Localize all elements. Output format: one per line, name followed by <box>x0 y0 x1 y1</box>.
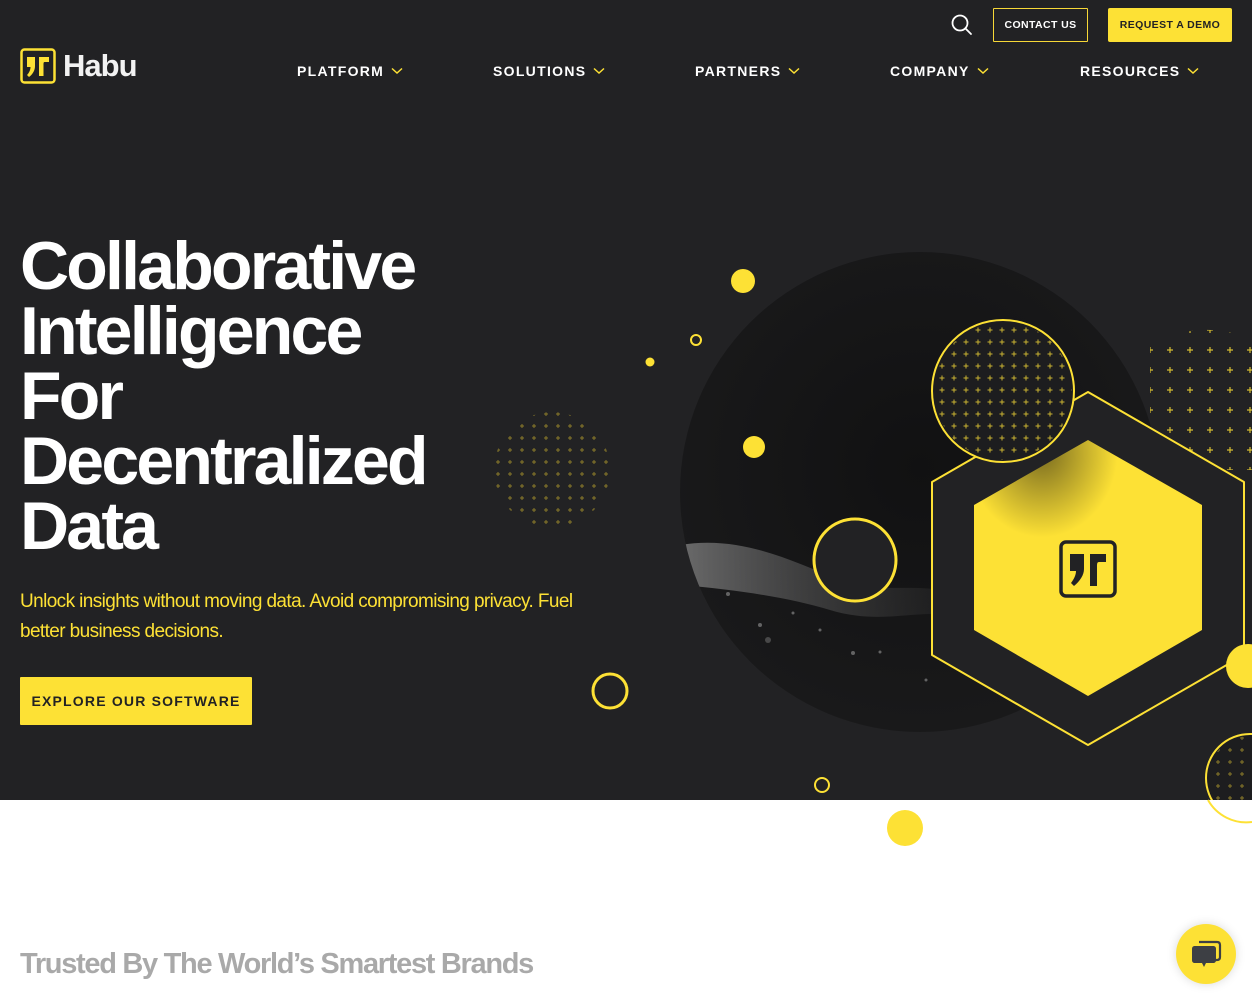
headline-line: Data <box>20 488 159 564</box>
yellow-dot <box>645 357 655 367</box>
dot-pattern-circle <box>494 412 610 528</box>
grid-circle-small-edge <box>1207 799 1252 824</box>
hero-section: CONTACT US REQUEST A DEMO Habu PLATFORM … <box>0 0 1252 800</box>
nav-company[interactable]: COMPANY <box>890 63 989 79</box>
chevron-down-icon <box>977 67 989 75</box>
headline-line: For <box>20 358 124 434</box>
nav-resources[interactable]: RESOURCES <box>1080 63 1199 79</box>
grid-circle <box>931 319 1075 463</box>
nav-label: PARTNERS <box>695 63 782 79</box>
plus-pattern <box>1150 329 1252 470</box>
hexagon-yellow <box>974 440 1202 696</box>
chevron-down-icon <box>1187 67 1199 75</box>
yellow-dot <box>887 810 923 846</box>
yellow-ring <box>690 334 702 346</box>
chevron-down-icon <box>593 67 605 75</box>
habu-logo[interactable]: Habu <box>20 48 137 84</box>
data-wave <box>680 542 960 617</box>
chevron-down-icon <box>391 67 403 75</box>
yellow-dot <box>1226 644 1252 688</box>
nav-partners[interactable]: PARTNERS <box>695 63 800 79</box>
nav-platform[interactable]: PLATFORM <box>297 63 403 79</box>
hero-headline: Collaborative Intelligence For Decentral… <box>20 228 429 564</box>
grid-circle-small <box>1205 733 1252 800</box>
yellow-ring <box>814 777 830 793</box>
yellow-ring <box>591 672 629 710</box>
explore-software-button[interactable]: EXPLORE OUR SOFTWARE <box>20 677 252 725</box>
chat-button[interactable] <box>1176 924 1236 984</box>
nav-label: COMPANY <box>890 63 970 79</box>
search-button[interactable] <box>950 13 974 37</box>
dark-orb <box>680 252 1160 732</box>
ring-circle <box>812 517 898 603</box>
search-icon <box>951 14 972 35</box>
yellow-dot <box>731 269 755 293</box>
headline-line: Decentralized <box>20 423 429 499</box>
hex-logo-icon <box>1059 540 1117 598</box>
nav-label: SOLUTIONS <box>493 63 587 79</box>
trusted-brands-heading: Trusted By The World’s Smartest Brands <box>20 948 534 980</box>
nav-label: RESOURCES <box>1080 63 1181 79</box>
hexagon-outline <box>931 391 1245 746</box>
headline-line: Intelligence <box>20 293 363 369</box>
chat-bubbles-icon <box>1192 940 1222 967</box>
yellow-dot <box>743 436 765 458</box>
request-demo-button[interactable]: REQUEST A DEMO <box>1108 8 1232 42</box>
nav-label: PLATFORM <box>297 63 385 79</box>
habu-logo-icon <box>20 48 56 84</box>
brand-name: Habu <box>63 48 137 83</box>
nav-solutions[interactable]: SOLUTIONS <box>493 63 605 79</box>
headline-line: Collaborative <box>20 228 417 304</box>
chevron-down-icon <box>788 67 800 75</box>
contact-us-button[interactable]: CONTACT US <box>993 8 1088 42</box>
hero-subtext: Unlock insights without moving data. Avo… <box>20 591 573 642</box>
